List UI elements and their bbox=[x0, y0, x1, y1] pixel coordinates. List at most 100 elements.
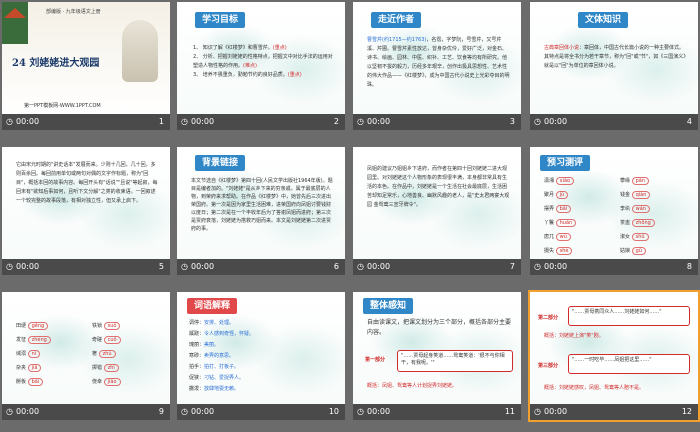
intro-text: 自由读课文，把课文划分为三个部分，概括各部分主要内容。 bbox=[367, 319, 512, 336]
slide-thumbnail-9[interactable]: 田埂 gěng 铁锁 suǒ 发怔 zhèng 奇磋 cuō 缄溺 nì 箸 z… bbox=[2, 292, 170, 420]
vocab-entry: 蹊跷：令人感到奇怪，怀疑。 bbox=[189, 331, 255, 337]
timer-label: 00:00 bbox=[357, 404, 390, 420]
vocabulary-list: 调停：安排、处理。 蹊跷：令人感到奇怪，怀疑。 瑰丽：美丽。 寒碜：卖弄的意思。… bbox=[189, 318, 337, 395]
slide-thumbnail-11[interactable]: 整体感知 自由读课文，把课文划分为三个部分，概括各部分主要内容。 第一部分 "…… bbox=[353, 292, 521, 420]
timer-label: 00:00 bbox=[181, 114, 214, 130]
slide-thumbnail-7[interactable]: 凤姐的建议乃姐姐乡下进府，而作者在第四十回刘姥姥二进大观园里。对刘姥姥这个人物形… bbox=[353, 147, 521, 275]
part-label: 第一部分 bbox=[365, 357, 386, 363]
genre-text: 古典章回体小说：章回体，中国古代长篇小说的一种主要体式。其特点是将全书分为若干章… bbox=[544, 45, 686, 69]
figure-illustration bbox=[122, 20, 158, 82]
summary-text: 概括：凤姐、鸳鸯等人计划捉弄刘姥姥。 bbox=[367, 383, 458, 389]
word-item: 掰板 bāi bbox=[16, 378, 44, 386]
word-item: 潇湘 xiāo bbox=[544, 177, 575, 185]
slide-number: 3 bbox=[509, 117, 515, 126]
slide-thumbnail-6[interactable]: 背景链接 本文节选自《红楼梦》第四十回(人民文学出版社1964年版)。题目是编者… bbox=[177, 147, 345, 275]
section-tag: 学习目标 bbox=[195, 12, 246, 28]
slide-number: 2 bbox=[333, 117, 339, 126]
word-item: 唐兀 wù bbox=[544, 233, 571, 241]
slide-thumbnail-2[interactable]: 学习目标 1、 知识了解《红楼梦》和曹雪芹。(重点) 2、 分析、把握刘姥姥的性… bbox=[177, 2, 345, 130]
slide-thumbnail-5[interactable]: 它由宋元时期的"讲史话本"发展而来。少则十几回，几十回，多则百余回。每回前用单句… bbox=[2, 147, 170, 275]
word-item: 丫鬟 huán bbox=[544, 219, 577, 227]
slide-number: 8 bbox=[686, 262, 692, 271]
objectives-list: 1、 知识了解《红楼梦》和曹雪芹。(重点) 2、 分析、把握刘姥姥的性格特点，把… bbox=[193, 44, 333, 80]
timer-label: 00:00 bbox=[181, 404, 214, 420]
slide-title: 24 刘姥姥进大观园 bbox=[12, 58, 100, 69]
slide-number: 9 bbox=[158, 407, 164, 416]
slide-thumbnail-1[interactable]: 部编版 · 九年级语文上册 24 刘姥姥进大观园 第一PPT模板网-WWW.1P… bbox=[2, 2, 170, 130]
slide-number: 11 bbox=[504, 407, 515, 416]
timer-label: 00:00 bbox=[6, 404, 39, 420]
slide-status-bar: 00:00 7 bbox=[353, 259, 521, 275]
slide-status-bar: 00:00 12 bbox=[530, 404, 698, 420]
word-item: 发怔 zhèng bbox=[16, 336, 51, 344]
slide-thumbnail-8[interactable]: 预习测评 潇湘 xiāo 攀缘 pān 聚月 jù 钱金 qián 摆弄 bǎi… bbox=[530, 147, 698, 275]
slide-number: 4 bbox=[686, 117, 692, 126]
slide-status-bar: 00:00 4 bbox=[530, 114, 698, 130]
word-item: 摆弄 bǎi bbox=[544, 205, 572, 213]
section-tag: 走近作者 bbox=[371, 12, 422, 28]
vocab-entry: 促狭：刁钻、爱捉弄人。 bbox=[189, 375, 245, 381]
word-item: 钱金 qián bbox=[620, 191, 651, 199]
objective-item-3: 3、 培养不畏重负，勤勉节约的良好品质。(重点) bbox=[193, 72, 302, 78]
word-item: 侥幸 jiǎo bbox=[92, 378, 121, 386]
part-label: 第二部分 bbox=[538, 315, 559, 321]
slide-number: 6 bbox=[333, 262, 339, 271]
word-item: 田埂 gěng bbox=[16, 322, 49, 330]
summary-text: 概括：刘姥姥感叹，凤姐、鸳鸯等人赔不是。 bbox=[544, 385, 645, 391]
part-quote-box: "……贾母起身笑道……鸳鸯笑道：'很不与你相干，有我呢。'" bbox=[397, 350, 513, 372]
word-item: 李纨 wán bbox=[620, 205, 650, 213]
word-item: 奇磋 cuō bbox=[92, 336, 121, 344]
timer-label: 00:00 bbox=[357, 259, 390, 275]
word-item: 攀缘 pān bbox=[620, 177, 650, 185]
slide-status-bar: 00:00 6 bbox=[177, 259, 345, 275]
word-item: 姑娘 gū bbox=[620, 247, 646, 255]
part-quote-box: "……一时吃毕……凤姐把这里……" bbox=[568, 354, 690, 374]
timer-label: 00:00 bbox=[6, 259, 39, 275]
timer-label: 00:00 bbox=[6, 114, 39, 130]
slide-number: 5 bbox=[158, 262, 164, 271]
vocab-entry: 拍手：拍打、打板子。 bbox=[189, 364, 240, 370]
slide-status-bar: 00:00 10 bbox=[177, 404, 345, 420]
slide-thumbnail-12[interactable]: 第二部分 "……贾母携同众人……刘姥姥如何……" 概括：刘姥姥上演"笑"剧。 第… bbox=[528, 290, 700, 422]
slide-status-bar: 00:00 8 bbox=[530, 259, 698, 275]
objective-item-1: 1、 知识了解《红楼梦》和曹雪芹。(重点) bbox=[193, 45, 287, 51]
slide-thumbnail-10[interactable]: 词语解释 调停：安排、处理。 蹊跷：令人感到奇怪，怀疑。 瑰丽：美丽。 寒碜：卖… bbox=[177, 292, 345, 420]
word-item: 缄溺 nì bbox=[16, 350, 41, 358]
background-text: 本文节选自《红楼梦》第四十回(人民文学出版社1964年版)。题目是编者加的。"刘… bbox=[191, 178, 333, 232]
slide-number: 12 bbox=[681, 407, 692, 416]
vocab-entry: 瑰丽：美丽。 bbox=[189, 342, 220, 348]
section-tag: 词语解释 bbox=[187, 298, 238, 314]
section-tag: 背景链接 bbox=[195, 155, 246, 171]
slide-number: 10 bbox=[328, 407, 339, 416]
word-item: 聚月 jù bbox=[544, 191, 569, 199]
part-quote-box: "……贾母携同众人……刘姥姥如何……" bbox=[568, 306, 690, 326]
timer-label: 00:00 bbox=[534, 114, 567, 130]
word-item: 铁锁 suǒ bbox=[92, 322, 121, 330]
summary-text: 概括：刘姥姥上演"笑"剧。 bbox=[544, 333, 604, 339]
part-label: 第三部分 bbox=[538, 363, 559, 369]
slide-status-bar: 00:00 9 bbox=[2, 404, 170, 420]
word-item: 淑女 shū bbox=[620, 233, 649, 241]
timer-label: 00:00 bbox=[181, 259, 214, 275]
genre-continued-text: 它由宋元时期的"讲史话本"发展而来。少则十几回，几十回，多则百余回。每回前用单句… bbox=[16, 162, 158, 204]
background-continued-text: 凤姐的建议乃姐姐乡下进府，而作者在第四十回刘姥姥二进大观园里。对刘姥姥这个人物形… bbox=[367, 166, 510, 208]
slide-number: 7 bbox=[509, 262, 515, 271]
author-text: 曹雪芹(约1715—约1763)，名霑，字梦阮，号雪芹，又号芹溪、芹圃。曹雪芹素… bbox=[367, 37, 510, 88]
objective-item-2: 2、 分析、把握刘姥姥的性格特点，把握文中对比手法的运用对塑造人物性格的作用。(… bbox=[193, 54, 333, 69]
section-tag: 整体感知 bbox=[363, 298, 414, 314]
slide-background bbox=[2, 292, 170, 404]
vocab-entry: 调停：安排、处理。 bbox=[189, 320, 235, 326]
slide-status-bar: 00:00 3 bbox=[353, 114, 521, 130]
vocab-entry: 寒碜：卖弄的意思。 bbox=[189, 353, 235, 359]
timer-label: 00:00 bbox=[534, 259, 567, 275]
word-item: 摄失 shè bbox=[544, 247, 573, 255]
word-item: 茶盅 zhōng bbox=[620, 219, 655, 227]
slide-status-bar: 00:00 2 bbox=[177, 114, 345, 130]
timer-label: 00:00 bbox=[534, 404, 567, 420]
slide-header: 部编版 · 九年级语文上册 bbox=[46, 9, 101, 15]
section-tag: 预习测评 bbox=[540, 155, 591, 171]
slide-thumbnail-4[interactable]: 文体知识 古典章回体小说：章回体，中国古代长篇小说的一种主要体式。其特点是将全书… bbox=[530, 2, 698, 130]
slide-thumbnail-3[interactable]: 走近作者 曹雪芹(约1715—约1763)，名霑，字梦阮，号雪芹，又号芹溪、芹圃… bbox=[353, 2, 521, 130]
slide-status-bar: 00:00 5 bbox=[2, 259, 170, 275]
slide-status-bar: 00:00 11 bbox=[353, 404, 521, 420]
